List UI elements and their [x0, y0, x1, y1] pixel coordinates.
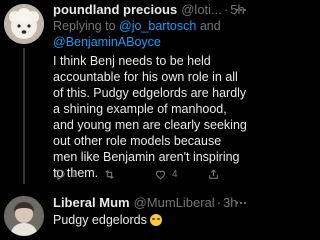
tweet-actions: 1 4 — [53, 168, 243, 184]
tweet-liberal-mum[interactable]: Liberal Mum @MumLiberal · 3h Pudgy edgel… — [0, 188, 249, 240]
replying-to-label: Replying to — [53, 19, 120, 33]
tweet-text-content: Pudgy edgelords — [53, 213, 147, 227]
share-action[interactable] — [207, 168, 220, 181]
more-horizontal-icon[interactable] — [235, 2, 247, 19]
tweet-header: Liberal Mum @MumLiberal · 3h — [53, 195, 247, 211]
separator: · — [223, 2, 229, 17]
retweet-icon — [105, 170, 114, 179]
display-name[interactable]: Liberal Mum — [53, 195, 130, 211]
separator: · — [216, 195, 222, 210]
replying-to-and: and — [196, 19, 221, 33]
share-icon — [209, 169, 218, 179]
mention-benjaminaboyce[interactable]: @BenjaminABoyce — [53, 35, 161, 49]
tweet-content: Liberal Mum @MumLiberal · 3h Pudgy edgel… — [53, 195, 247, 228]
tweet-text: Pudgy edgelords — [53, 212, 247, 228]
user-handle[interactable]: @loti... — [181, 2, 222, 18]
like-action[interactable]: 4 — [154, 168, 178, 181]
tweet-content: poundland precious @loti... · 5h Replyin… — [53, 2, 247, 181]
reply-action[interactable]: 1 — [53, 168, 77, 181]
mention-jo-bartosch[interactable]: @jo_bartosch — [119, 19, 196, 33]
avatar-person[interactable] — [4, 196, 44, 236]
replying-to: Replying to @jo_bartosch and @BenjaminAB… — [53, 18, 247, 50]
tweet-header: poundland precious @loti... · 5h — [53, 2, 247, 18]
display-name[interactable]: poundland precious — [53, 2, 177, 18]
tweet-poundland-precious[interactable]: poundland precious @loti... · 5h Replyin… — [0, 0, 249, 188]
reply-icon — [54, 169, 65, 181]
tweet-text: I think Benj needs to be held accountabl… — [53, 54, 247, 180]
retweet-action[interactable] — [103, 168, 116, 181]
heart-icon — [155, 170, 166, 180]
thread-line — [23, 48, 25, 184]
user-handle[interactable]: @MumLiberal — [134, 195, 215, 211]
more-horizontal-icon[interactable] — [235, 195, 247, 212]
laughing-face-emoji — [149, 214, 162, 226]
avatar-dog[interactable] — [4, 4, 44, 44]
like-count: 4 — [172, 169, 178, 180]
reply-count: 1 — [71, 169, 77, 180]
